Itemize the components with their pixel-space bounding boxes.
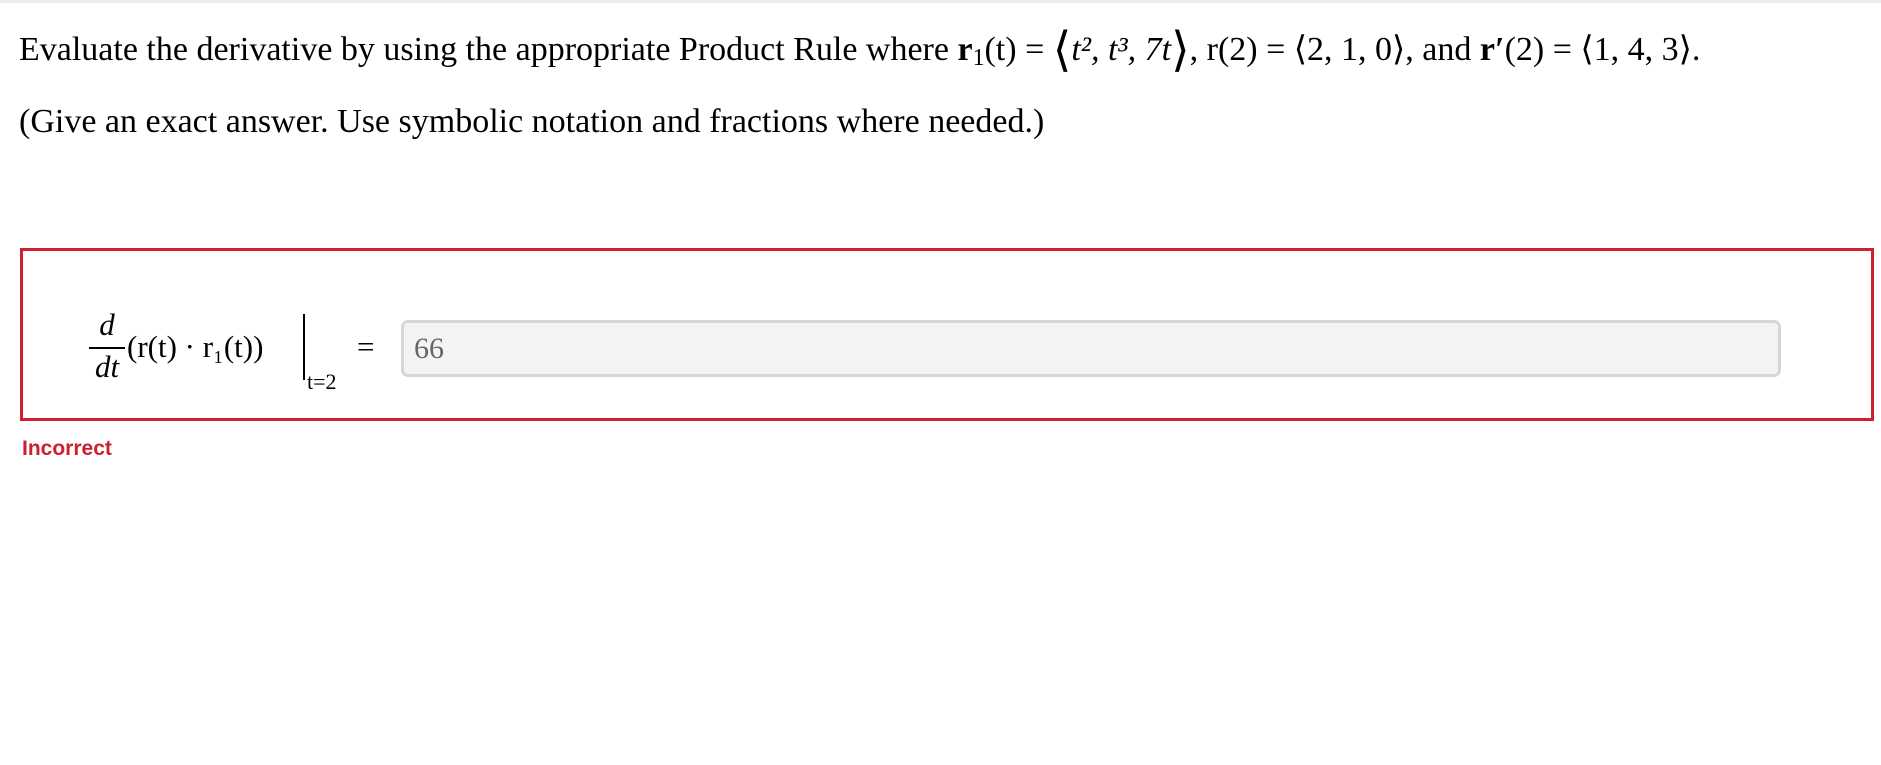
instruction-text: (Give an exact answer. Use symbolic nota… bbox=[19, 103, 1045, 140]
rprime-symbol: r′ bbox=[1479, 31, 1505, 68]
question-intro: Evaluate the derivative by using the app… bbox=[19, 31, 949, 68]
evaluation-point: t=2 bbox=[307, 369, 337, 394]
answer-container: d dt (r(t) · r₁(t)) t=2 = bbox=[20, 248, 1874, 421]
r1-vector: t², t³, 7t bbox=[1071, 31, 1172, 68]
fraction-denominator: dt bbox=[94, 349, 120, 384]
expression-body: (r(t) · r₁(t)) bbox=[127, 329, 264, 364]
r1-argument: (t) = bbox=[984, 31, 1053, 68]
incorrect-status-label: Incorrect bbox=[22, 437, 112, 460]
answer-input[interactable] bbox=[401, 320, 1781, 377]
r-at-2: r(2) = ⟨2, 1, 0⟩, and bbox=[1206, 31, 1472, 68]
question-text: Evaluate the derivative by using the app… bbox=[19, 24, 1701, 77]
right-angle-bracket: ⟩ bbox=[1171, 24, 1190, 77]
rprime-value: (2) = ⟨1, 4, 3⟩. bbox=[1504, 31, 1701, 68]
left-angle-bracket: ⟨ bbox=[1052, 24, 1072, 77]
r1-subscript: 1 bbox=[972, 44, 985, 71]
fraction-numerator: d bbox=[99, 307, 115, 342]
equals-sign: = bbox=[357, 329, 375, 364]
evaluation-bar bbox=[303, 314, 305, 380]
derivative-expression: d dt (r(t) · r₁(t)) t=2 = bbox=[67, 307, 387, 397]
r1-symbol: r bbox=[957, 31, 973, 68]
top-divider bbox=[0, 0, 1881, 3]
